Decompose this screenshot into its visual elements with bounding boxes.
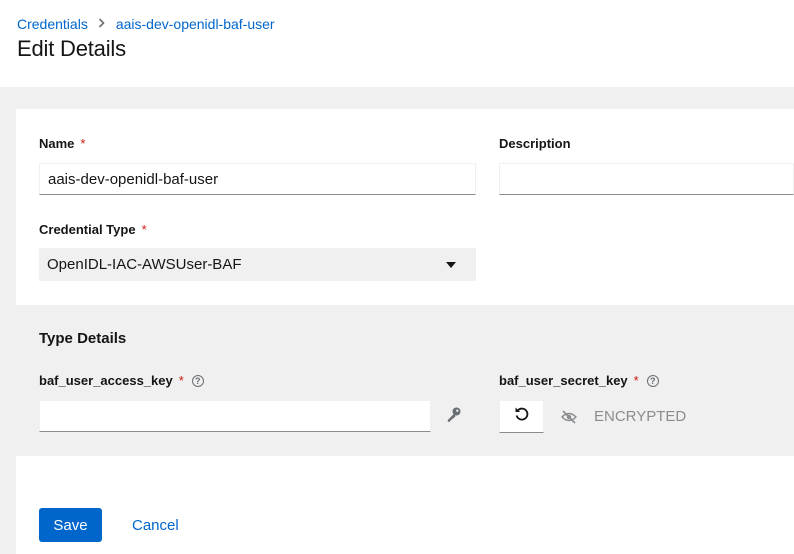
key-icon-button[interactable] [431,400,476,433]
page-gap [0,87,794,109]
page-header: Credentials aais-dev-openidl-baf-user Ed… [0,0,794,87]
name-label-text: Name [39,136,75,151]
encrypted-placeholder: ENCRYPTED [594,408,687,425]
secret-key-label-text: baf_user_secret_key [499,373,628,388]
required-asterisk: * [633,373,639,388]
breadcrumb: Credentials aais-dev-openidl-baf-user [17,16,275,32]
required-asterisk: * [178,373,184,388]
reset-secret-button[interactable] [499,400,544,433]
required-asterisk: * [80,136,86,151]
breadcrumb-credentials-link[interactable]: Credentials [17,16,88,32]
description-input[interactable] [499,163,794,195]
credential-type-select[interactable]: OpenIDL-IAC-AWSUser-BAF [39,248,476,281]
credential-type-selected-value: OpenIDL-IAC-AWSUser-BAF [47,256,242,273]
description-label: Description [499,136,571,151]
caret-down-icon [446,261,456,268]
description-label-text: Description [499,136,571,151]
credential-type-label-text: Credential Type [39,222,136,237]
help-icon[interactable]: ? [191,374,204,387]
required-asterisk: * [141,222,147,237]
breadcrumb-current-link[interactable]: aais-dev-openidl-baf-user [116,16,275,32]
eye-slash-icon[interactable] [544,409,594,424]
page-title: Edit Details [17,36,126,61]
save-button[interactable]: Save [39,508,102,542]
help-icon[interactable]: ? [646,374,659,387]
chevron-right-icon [98,17,105,31]
access-key-label-text: baf_user_access_key [39,373,173,388]
access-key-input[interactable] [39,400,431,432]
secret-key-encrypted-field: ENCRYPTED [544,400,794,433]
undo-icon [514,406,530,427]
type-details-heading: Type Details [39,330,127,347]
access-key-label: baf_user_access_key * ? [39,373,204,388]
cancel-button[interactable]: Cancel [121,508,190,542]
credential-type-label: Credential Type * [39,222,147,237]
secret-key-label: baf_user_secret_key * ? [499,373,659,388]
name-input[interactable] [39,163,476,195]
key-icon [446,406,462,427]
name-label: Name * [39,136,85,151]
